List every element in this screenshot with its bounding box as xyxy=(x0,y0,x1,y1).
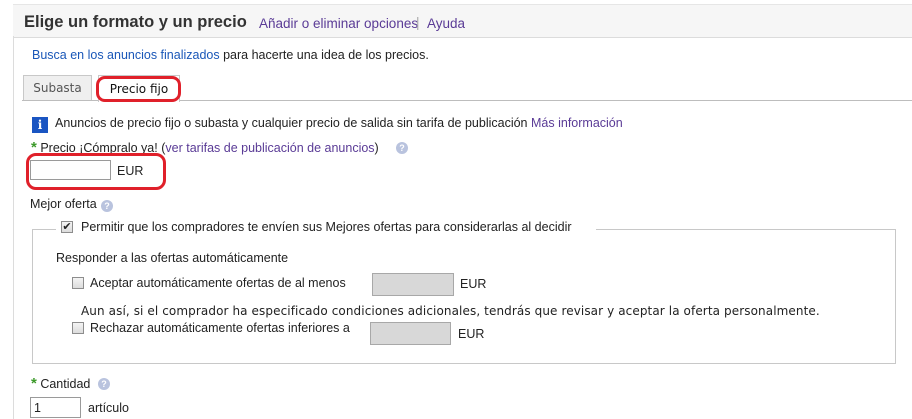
left-border xyxy=(13,36,14,419)
auto-accept-checkbox[interactable] xyxy=(72,277,84,289)
auto-decline-currency: EUR xyxy=(458,327,485,341)
best-offer-label: Mejor oferta xyxy=(30,197,97,211)
quantity-required-icon: * xyxy=(31,375,37,392)
auto-accept-label: Aceptar automáticamente ofertas de al me… xyxy=(90,276,346,290)
tab-auction[interactable]: Subasta xyxy=(23,75,92,100)
quantity-label-row: * Cantidad xyxy=(31,375,90,392)
allow-best-offer-checkbox[interactable]: ✔ xyxy=(61,221,73,233)
auto-decline-label: Rechazar automáticamente ofertas inferio… xyxy=(90,321,350,335)
page-title: Elige un formato y un precio xyxy=(24,13,247,31)
search-completed-hint: Busca en los anuncios finalizados para h… xyxy=(32,48,429,62)
best-offer-fieldset xyxy=(32,229,896,364)
fixed-price-tab-highlight xyxy=(96,76,181,102)
close-paren: ) xyxy=(374,141,379,155)
auto-decline-amount-input[interactable] xyxy=(370,322,451,345)
auto-respond-title: Responder a las ofertas automáticamente xyxy=(56,251,289,265)
add-remove-options-link[interactable]: Añadir o eliminar opciones xyxy=(259,16,418,31)
price-help-icon[interactable]: ? xyxy=(396,142,408,154)
more-info-link[interactable]: Más información xyxy=(531,116,623,130)
quantity-help-icon[interactable]: ? xyxy=(98,378,110,390)
auto-accept-note: Aun así, si el comprador ha especificado… xyxy=(81,304,820,318)
auto-decline-checkbox[interactable] xyxy=(72,322,84,334)
auto-accept-currency: EUR xyxy=(460,277,487,291)
best-offer-help-icon[interactable]: ? xyxy=(101,200,113,212)
quantity-label: Cantidad xyxy=(40,377,91,391)
quantity-input[interactable] xyxy=(30,397,81,418)
auto-accept-amount-input[interactable] xyxy=(372,273,454,296)
best-offer-label-row: Mejor oferta xyxy=(30,197,97,211)
quantity-unit: artículo xyxy=(88,401,129,415)
allow-best-offer-label: Permitir que los compradores te envíen s… xyxy=(81,220,572,234)
price-input-highlight xyxy=(26,153,166,190)
info-text: Anuncios de precio fijo o subasta y cual… xyxy=(55,116,528,130)
header-separator: | xyxy=(416,15,420,30)
hint-text: para hacerte una idea de los precios. xyxy=(223,48,429,62)
help-link[interactable]: Ayuda xyxy=(427,16,465,31)
search-completed-listings-link[interactable]: Busca en los anuncios finalizados xyxy=(32,48,220,62)
listing-fees-link[interactable]: ver tarifas de publicación de anuncios xyxy=(165,141,374,155)
info-icon: i xyxy=(32,117,48,133)
info-line: Anuncios de precio fijo o subasta y cual… xyxy=(55,116,623,130)
